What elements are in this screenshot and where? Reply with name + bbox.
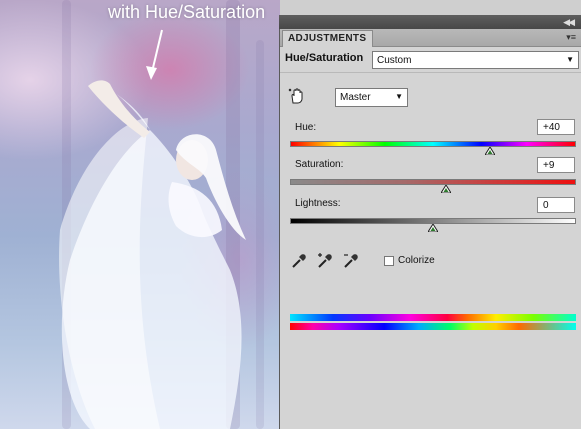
- saturation-value-field[interactable]: +9: [537, 157, 575, 173]
- hue-slider-thumb[interactable]: [485, 147, 496, 155]
- saturation-label: Saturation:: [295, 159, 344, 170]
- eyedropper-plus-icon[interactable]: [316, 252, 334, 270]
- eyedropper-icon[interactable]: [290, 252, 308, 270]
- saturation-slider-thumb[interactable]: [440, 185, 451, 193]
- hue-slider-track[interactable]: [290, 141, 576, 147]
- channel-value: Master: [340, 92, 371, 103]
- hand-tool-icon[interactable]: [288, 87, 306, 105]
- panel-top-strip: ◀◀: [279, 15, 581, 29]
- original-spectrum-bar: [290, 323, 576, 330]
- panel-tab-bar: ADJUSTMENTS ▾≡: [280, 29, 581, 47]
- saturation-slider-track[interactable]: [290, 179, 576, 185]
- hue-value-field[interactable]: +40: [537, 119, 575, 135]
- hue-label: Hue:: [295, 122, 317, 133]
- annotation-caption: with Hue/Saturation: [108, 2, 266, 22]
- colorize-label: Colorize: [398, 255, 435, 266]
- lightness-label: Lightness:: [295, 198, 341, 209]
- chevron-down-icon: ▼: [566, 55, 574, 64]
- adjusted-spectrum-bar: [290, 314, 576, 321]
- dancer-illustration: [59, 29, 246, 429]
- chevron-down-icon: ▼: [395, 92, 403, 101]
- adjustment-title: Hue/Saturation: [285, 52, 364, 64]
- lightness-value-field[interactable]: 0: [537, 197, 575, 213]
- panel-menu-icon[interactable]: ▾≡: [566, 32, 576, 43]
- collapse-icon[interactable]: ◀◀: [563, 17, 575, 28]
- colorize-checkbox[interactable]: [384, 256, 394, 266]
- preset-dropdown[interactable]: Custom ▼: [372, 51, 579, 69]
- channel-dropdown[interactable]: Master ▼: [335, 88, 408, 107]
- preset-value: Custom: [377, 55, 412, 66]
- photo-canvas: with Hue/Saturation: [0, 0, 280, 429]
- lightness-slider-thumb[interactable]: [428, 224, 438, 232]
- eyedropper-minus-icon[interactable]: [342, 252, 360, 270]
- tab-adjustments[interactable]: ADJUSTMENTS: [282, 30, 374, 47]
